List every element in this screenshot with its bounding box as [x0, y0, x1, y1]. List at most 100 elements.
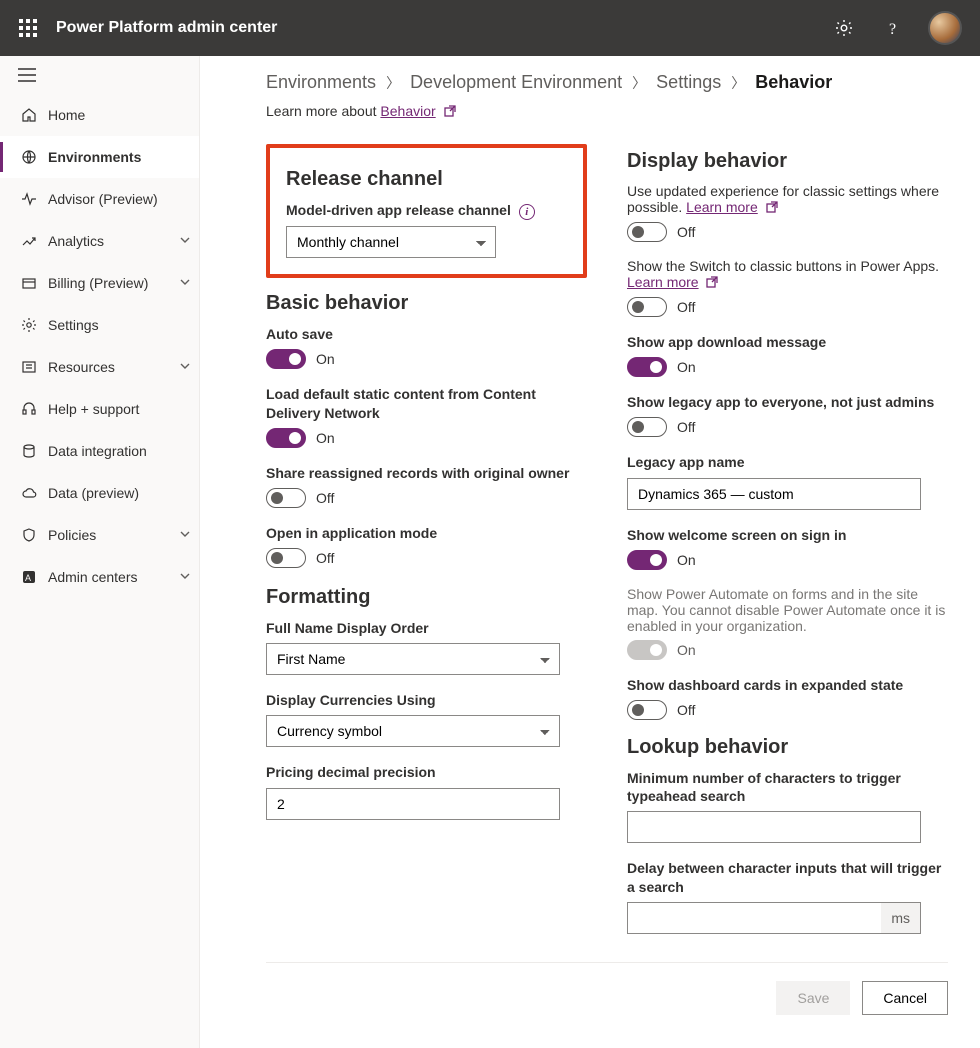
help-button[interactable]: ? [878, 12, 910, 44]
switch-classic-desc: Show the Switch to classic buttons in Po… [627, 258, 948, 291]
learn-more-link[interactable]: Learn more [627, 274, 699, 290]
release-channel-heading: Release channel [286, 168, 567, 191]
legacy-app-name-label: Legacy app name [627, 453, 948, 471]
cdn-toggle[interactable] [266, 428, 306, 448]
toggle-state: Off [677, 702, 695, 718]
share-reassigned-toggle[interactable] [266, 488, 306, 508]
currency-display-label: Display Currencies Using [266, 691, 587, 709]
delay-suffix: ms [881, 903, 920, 933]
settings-button[interactable] [828, 12, 860, 44]
currency-display-select[interactable]: Currency symbol [266, 715, 560, 747]
toggle-state: Off [316, 490, 334, 506]
sidebar-item-label: Policies [48, 527, 179, 543]
release-channel-label: Model-driven app release channel i [286, 201, 567, 220]
learn-more-link[interactable]: Behavior [380, 103, 435, 119]
sidebar-item-home[interactable]: Home [0, 94, 199, 136]
sidebar-item-admin-centers[interactable]: A Admin centers [0, 556, 199, 598]
toggle-state: Off [677, 224, 695, 240]
chevron-right-icon: 〉 [632, 73, 646, 93]
welcome-screen-toggle[interactable] [627, 550, 667, 570]
fullname-order-label: Full Name Display Order [266, 619, 587, 637]
release-channel-select[interactable]: Monthly channel [286, 226, 496, 258]
sidebar-item-data-integration[interactable]: Data integration [0, 430, 199, 472]
learn-more-line: Learn more about Behavior [266, 103, 948, 120]
sidebar-item-settings[interactable]: Settings [0, 304, 199, 346]
sidebar-item-label: Advisor (Preview) [48, 191, 191, 207]
chevron-down-icon [179, 569, 191, 585]
resources-icon [18, 359, 40, 375]
sidebar-item-advisor[interactable]: Advisor (Preview) [0, 178, 199, 220]
sidebar-item-billing[interactable]: Billing (Preview) [0, 262, 199, 304]
top-bar: Power Platform admin center ? [0, 0, 980, 56]
info-icon[interactable]: i [519, 204, 535, 220]
headset-icon [18, 401, 40, 417]
power-automate-toggle [627, 640, 667, 660]
shield-icon [18, 527, 40, 543]
cancel-button[interactable]: Cancel [862, 981, 948, 1015]
cloud-icon [18, 485, 40, 501]
app-launcher-button[interactable] [8, 8, 48, 48]
pulse-icon [18, 191, 40, 207]
app-title: Power Platform admin center [56, 19, 277, 37]
sidebar-item-label: Settings [48, 317, 191, 333]
toggle-state: On [316, 351, 335, 367]
learn-prefix: Learn more about [266, 103, 380, 119]
legacy-app-name-input[interactable] [627, 478, 921, 510]
user-avatar[interactable] [928, 11, 962, 45]
breadcrumb: Environments 〉 Development Environment 〉… [266, 72, 948, 93]
welcome-screen-label: Show welcome screen on sign in [627, 526, 948, 544]
toggle-state: Off [677, 299, 695, 315]
sidebar-item-data-preview[interactable]: Data (preview) [0, 472, 199, 514]
nav-collapse-button[interactable] [0, 60, 199, 94]
breadcrumb-item-current: Behavior [755, 72, 832, 93]
sidebar-item-label: Data (preview) [48, 485, 191, 501]
home-icon [18, 107, 40, 123]
fullname-order-select[interactable]: First Name [266, 643, 560, 675]
sidebar-item-help[interactable]: Help + support [0, 388, 199, 430]
sidebar-item-label: Resources [48, 359, 179, 375]
sidebar-item-label: Billing (Preview) [48, 275, 179, 291]
help-icon: ? [885, 19, 903, 37]
switch-classic-toggle[interactable] [627, 297, 667, 317]
billing-icon [18, 275, 40, 291]
download-msg-label: Show app download message [627, 333, 948, 351]
sidebar-item-environments[interactable]: Environments [0, 136, 199, 178]
footer-actions: Save Cancel [266, 962, 948, 1048]
cdn-label: Load default static content from Content… [266, 385, 587, 421]
learn-more-link[interactable]: Learn more [686, 199, 758, 215]
delay-label: Delay between character inputs that will… [627, 859, 948, 895]
updated-exp-toggle[interactable] [627, 222, 667, 242]
toggle-state: On [316, 430, 335, 446]
gear-icon [834, 18, 854, 38]
sidebar-item-policies[interactable]: Policies [0, 514, 199, 556]
sidebar-item-analytics[interactable]: Analytics [0, 220, 199, 262]
chevron-right-icon: 〉 [731, 73, 745, 93]
precision-input[interactable] [266, 788, 560, 820]
breadcrumb-item[interactable]: Settings [656, 72, 721, 93]
sidebar-item-label: Environments [48, 149, 191, 165]
sidebar-item-resources[interactable]: Resources [0, 346, 199, 388]
chevron-right-icon: 〉 [386, 73, 400, 93]
auto-save-toggle[interactable] [266, 349, 306, 369]
external-link-icon [444, 104, 456, 120]
download-msg-toggle[interactable] [627, 357, 667, 377]
delay-input[interactable] [628, 903, 881, 933]
dashboard-cards-toggle[interactable] [627, 700, 667, 720]
legacy-app-toggle[interactable] [627, 417, 667, 437]
chevron-down-icon [179, 275, 191, 291]
chevron-down-icon [179, 359, 191, 375]
sidebar-item-label: Analytics [48, 233, 179, 249]
topbar-right: ? [828, 11, 972, 45]
lookup-behavior-heading: Lookup behavior [627, 736, 948, 759]
breadcrumb-item[interactable]: Environments [266, 72, 376, 93]
chart-icon [18, 233, 40, 249]
toggle-state: Off [316, 550, 334, 566]
breadcrumb-item[interactable]: Development Environment [410, 72, 622, 93]
sidebar-item-label: Data integration [48, 443, 191, 459]
app-mode-toggle[interactable] [266, 548, 306, 568]
basic-behavior-heading: Basic behavior [266, 292, 587, 315]
hamburger-icon [18, 68, 36, 82]
admin-icon: A [18, 569, 40, 585]
share-reassigned-label: Share reassigned records with original o… [266, 464, 587, 482]
min-chars-input[interactable] [627, 811, 921, 843]
